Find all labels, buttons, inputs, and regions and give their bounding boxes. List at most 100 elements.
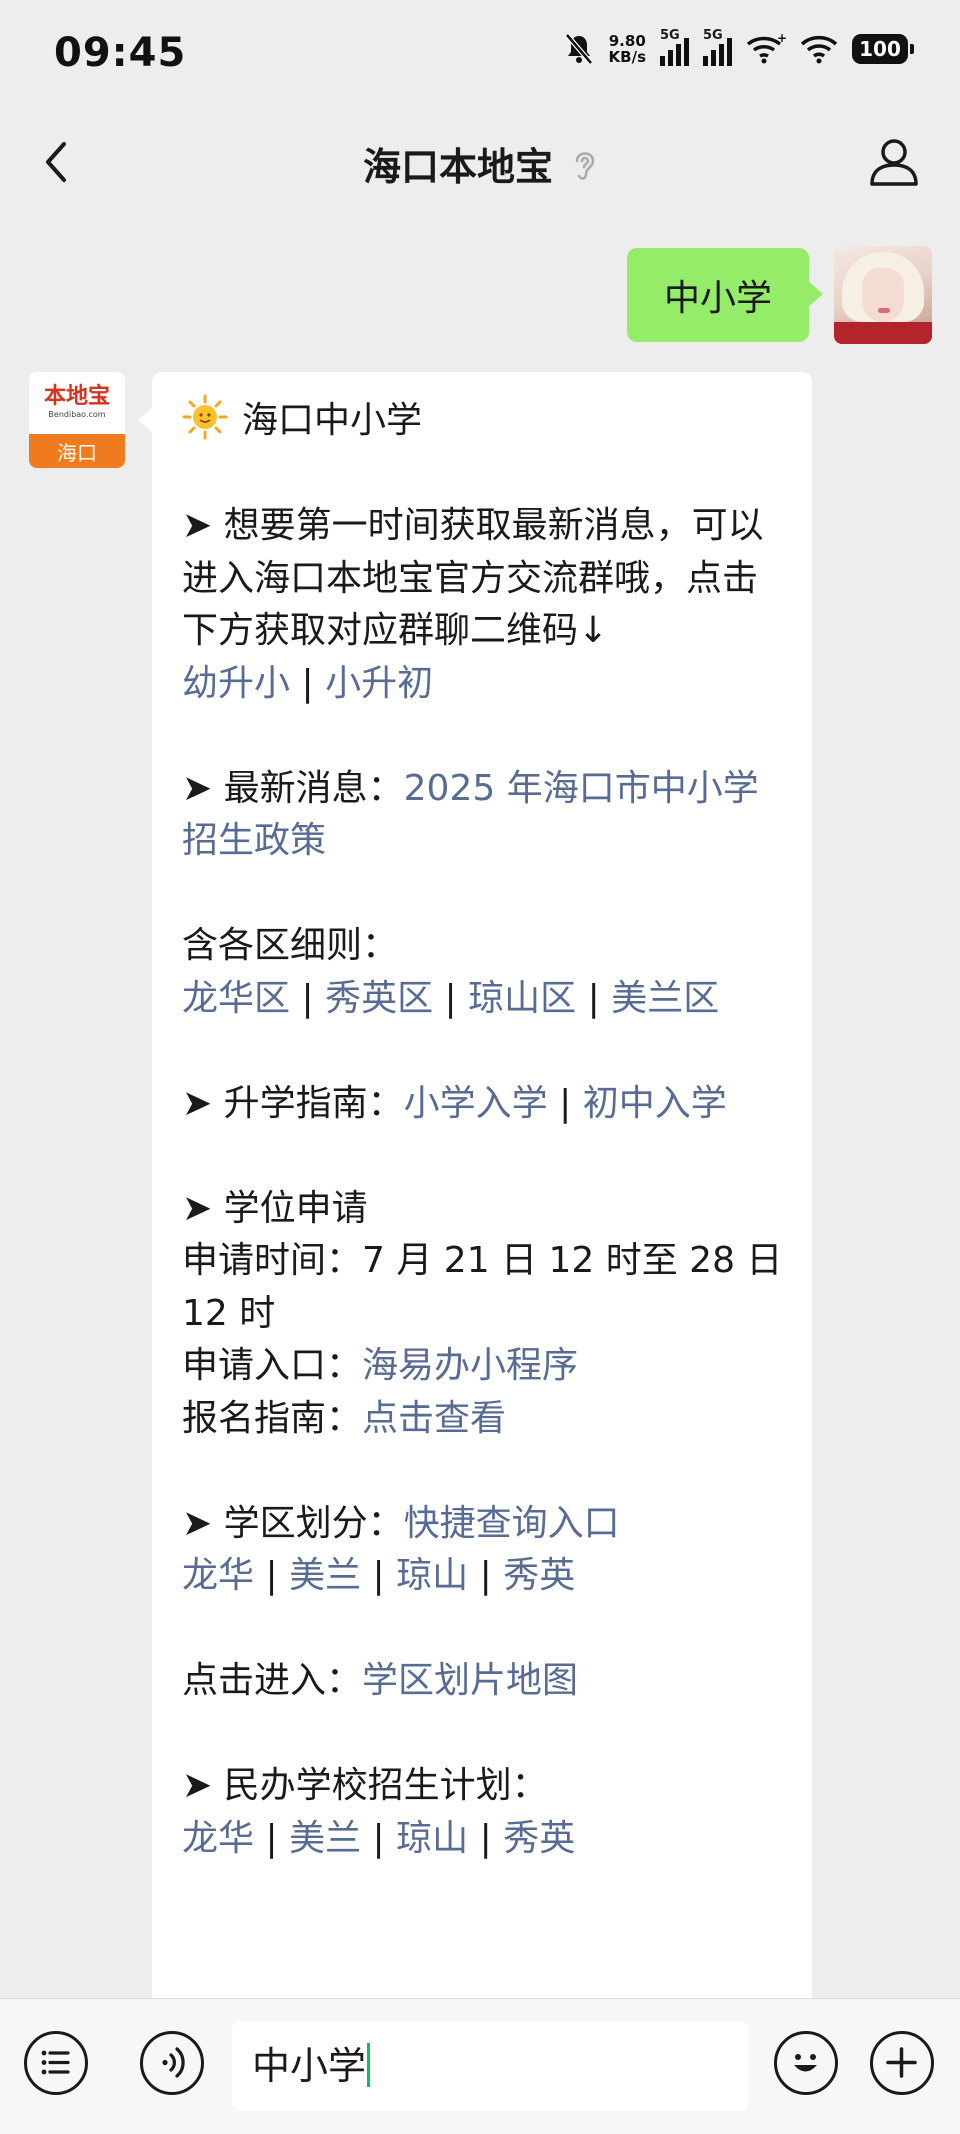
arrow-marker: ➤: [182, 1082, 213, 1124]
message-heading: 海口中小学: [182, 394, 786, 448]
net-speed-value: 9.80: [608, 32, 646, 50]
separator: |: [372, 1817, 385, 1859]
user-avatar[interactable]: [834, 246, 932, 344]
district-details-label: 含各区细则：: [182, 925, 399, 966]
link-xiuying[interactable]: 秀英: [503, 1818, 575, 1859]
ear-icon: [571, 147, 597, 192]
application-title-text: 学位申请: [223, 1187, 368, 1229]
private-school-label: 民办学校招生计划：: [223, 1765, 548, 1806]
link-haiyiban-miniprogram[interactable]: 海易办小程序: [362, 1345, 578, 1386]
net-speed: 9.80 KB/s: [609, 33, 646, 65]
district-map-label: 点击进入：: [182, 1660, 363, 1701]
private-school-line: ➤ 民办学校招生计划：: [182, 1760, 786, 1813]
heading-text: 海口中小学: [242, 400, 423, 441]
wifi-icon: [800, 36, 838, 64]
application-time: 申请时间：7 月 21 日 12 时至 28 日 12 时: [182, 1240, 783, 1334]
join-group-text: 想要第一时间获取最新消息，可以进入海口本地宝官方交流群哦，点击下方获取对应群聊二…: [182, 505, 764, 651]
plus-icon[interactable]: [870, 2031, 934, 2095]
chat-title: 海口本地宝: [0, 136, 960, 192]
guide-line: ➤ 升学指南：小学入学 | 初中入学: [182, 1078, 786, 1131]
signal-5g-icon: 5G: [703, 28, 732, 66]
user-message-bubble[interactable]: 中小学: [627, 248, 823, 342]
nav-bar: 海口本地宝: [0, 110, 960, 216]
emoji-icon[interactable]: [774, 2031, 838, 2095]
separator: |: [301, 662, 314, 704]
separator: |: [444, 977, 457, 1019]
application-title: ➤ 学位申请: [182, 1183, 786, 1236]
link-longhua[interactable]: 龙华: [182, 1555, 254, 1596]
link-xiuying-district[interactable]: 秀英区: [325, 978, 433, 1019]
mute-bell-icon: [564, 33, 593, 65]
bot-logo-text: 本地宝: [43, 383, 110, 409]
separator: |: [265, 1817, 278, 1859]
link-district-map[interactable]: 学区划片地图: [362, 1660, 578, 1701]
arrow-marker: ➤: [182, 767, 213, 809]
district-map-line: 点击进入：学区划片地图: [182, 1655, 786, 1708]
link-xiuying[interactable]: 秀英: [503, 1555, 575, 1596]
separator: |: [587, 977, 600, 1019]
link-primary-admission[interactable]: 小学入学: [404, 1083, 548, 1124]
application-entry-label: 申请入口：: [182, 1345, 363, 1386]
signal-label: 5G: [703, 28, 723, 43]
school-district-label: 学区划分：: [223, 1502, 404, 1544]
district-links: 龙华区 | 秀英区 | 琼山区 | 美兰区: [182, 973, 786, 1026]
text-caret: [367, 2043, 371, 2087]
guide-label: 升学指南：: [223, 1082, 404, 1124]
user-message-text: 中小学: [663, 278, 772, 319]
signal-5g-icon: 5G: [660, 28, 689, 66]
link-primary-to-junior[interactable]: 小升初: [325, 663, 433, 704]
separator: |: [479, 1817, 492, 1859]
link-meilan[interactable]: 美兰: [289, 1555, 361, 1596]
svg-text:+: +: [777, 33, 786, 45]
input-bar: 中小学: [0, 1998, 960, 2134]
link-longhua-district[interactable]: 龙华区: [182, 978, 290, 1019]
link-qiongshan-district[interactable]: 琼山区: [468, 978, 576, 1019]
battery-indicator: 100: [852, 34, 914, 64]
net-speed-unit: KB/s: [608, 48, 646, 66]
application-guide-line: 报名指南：点击查看: [182, 1393, 786, 1446]
application-entry-line: 申请入口：海易办小程序: [182, 1340, 786, 1393]
status-icons: 9.80 KB/s 5G 5G + 100: [563, 28, 914, 66]
latest-news-label: 最新消息：: [223, 767, 404, 809]
group-links: 幼升小 | 小升初: [182, 658, 786, 711]
message-input-text: 中小学: [252, 2044, 367, 2088]
bot-logo-url: Bendibao.com: [48, 410, 106, 419]
bot-logo-city: 海口: [29, 434, 125, 468]
private-school-links: 龙华 | 美兰 | 琼山 | 秀英: [182, 1813, 786, 1866]
status-bar: 09:45 9.80 KB/s 5G 5G + 100: [0, 0, 960, 110]
separator: |: [265, 1555, 278, 1596]
separator: |: [301, 977, 314, 1019]
link-junior-admission[interactable]: 初中入学: [583, 1083, 727, 1124]
link-kindergarten-to-primary[interactable]: 幼升小: [182, 663, 290, 704]
separator: |: [559, 1082, 572, 1124]
voice-icon[interactable]: [140, 2031, 204, 2095]
wifi-plus-icon: +: [746, 33, 786, 64]
link-qiongshan[interactable]: 琼山: [396, 1818, 468, 1859]
link-meilan-district[interactable]: 美兰区: [611, 978, 719, 1019]
join-group-line: ➤ 想要第一时间获取最新消息，可以进入海口本地宝官方交流群哦，点击下方获取对应群…: [182, 500, 786, 658]
signal-label: 5G: [660, 28, 680, 43]
bot-avatar[interactable]: 本地宝 Bendibao.com 海口: [29, 372, 125, 468]
message-input[interactable]: 中小学: [232, 2021, 748, 2111]
arrow-marker: ➤: [182, 1502, 213, 1544]
sun-emoji-icon: [182, 394, 228, 440]
arrow-marker: ➤: [182, 1765, 213, 1806]
menu-list-icon[interactable]: [24, 2031, 88, 2095]
link-meilan[interactable]: 美兰: [289, 1818, 361, 1859]
link-qiongshan[interactable]: 琼山: [396, 1555, 468, 1596]
bot-message-content: 海口中小学 ➤ 想要第一时间获取最新消息，可以进入海口本地宝官方交流群哦，点击下…: [182, 394, 786, 1865]
school-district-line: ➤ 学区划分：快捷查询入口: [182, 1498, 786, 1551]
bot-message-bubble: 海口中小学 ➤ 想要第一时间获取最新消息，可以进入海口本地宝官方交流群哦，点击下…: [138, 372, 812, 2072]
school-district-links: 龙华 | 美兰 | 琼山 | 秀英: [182, 1550, 786, 1603]
link-longhua[interactable]: 龙华: [182, 1818, 254, 1859]
link-click-to-view[interactable]: 点击查看: [362, 1398, 506, 1439]
separator: |: [372, 1555, 385, 1596]
latest-news-line: ➤ 最新消息：2025 年海口市中小学招生政策: [182, 763, 786, 868]
link-quick-query[interactable]: 快捷查询入口: [404, 1503, 620, 1544]
separator: |: [479, 1555, 492, 1596]
profile-icon[interactable]: [864, 132, 924, 192]
chat-title-text: 海口本地宝: [362, 145, 553, 189]
application-guide-label: 报名指南：: [182, 1397, 363, 1439]
arrow-marker: ➤: [182, 505, 213, 546]
status-time: 09:45: [54, 30, 187, 76]
